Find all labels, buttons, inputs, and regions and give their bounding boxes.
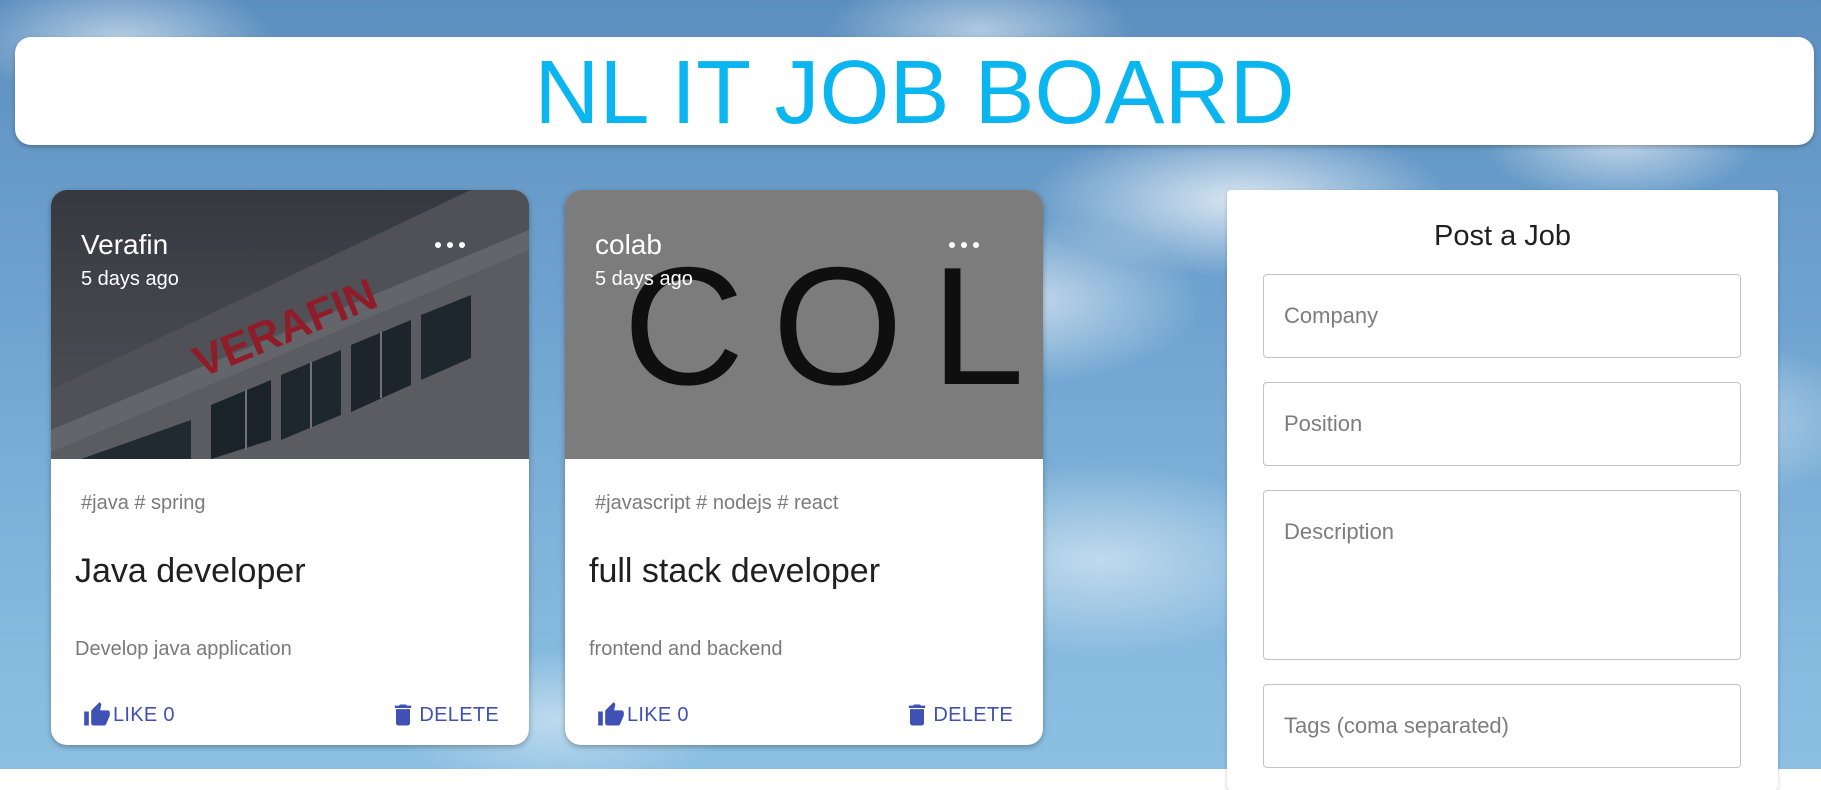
posted-time: 5 days ago xyxy=(81,267,179,290)
trash-icon xyxy=(909,704,926,726)
like-label: LIKE 0 xyxy=(627,703,689,726)
delete-label: DELETE xyxy=(933,703,1013,726)
delete-button[interactable]: DELETE xyxy=(389,695,499,735)
description-input[interactable] xyxy=(1263,490,1741,660)
company-input[interactable] xyxy=(1263,274,1741,358)
delete-label: DELETE xyxy=(419,703,499,726)
job-card: VERAFIN Verafin 5 days ago #java # sprin… xyxy=(51,190,529,745)
thumb-up-icon xyxy=(598,702,624,726)
job-tags: #javascript # nodejs # react xyxy=(595,492,839,514)
more-options-icon[interactable] xyxy=(435,234,465,254)
posted-time: 5 days ago xyxy=(595,267,693,290)
job-title: full stack developer xyxy=(589,552,881,590)
tags-input[interactable] xyxy=(1263,684,1741,768)
position-input[interactable] xyxy=(1263,382,1741,466)
job-description: frontend and backend xyxy=(589,638,783,660)
job-description: Develop java application xyxy=(75,638,292,660)
like-label: LIKE 0 xyxy=(113,703,175,726)
page-title: NL IT JOB BOARD xyxy=(534,43,1295,143)
post-job-form: Post a Job xyxy=(1227,190,1778,790)
company-name: Verafin xyxy=(81,229,169,260)
form-title: Post a Job xyxy=(1433,220,1572,252)
job-title: Java developer xyxy=(75,552,306,590)
company-name: colab xyxy=(595,229,662,260)
more-options-icon[interactable] xyxy=(949,234,979,254)
delete-button[interactable]: DELETE xyxy=(903,695,1013,735)
thumb-up-icon xyxy=(84,702,110,726)
job-card: COLAB colab 5 days ago #javascript # nod… xyxy=(565,190,1043,745)
like-button[interactable]: LIKE 0 xyxy=(83,695,175,735)
header-bar: NL IT JOB BOARD xyxy=(15,37,1814,145)
trash-icon xyxy=(395,704,412,726)
like-button[interactable]: LIKE 0 xyxy=(597,695,689,735)
job-tags: #java # spring xyxy=(81,492,206,514)
